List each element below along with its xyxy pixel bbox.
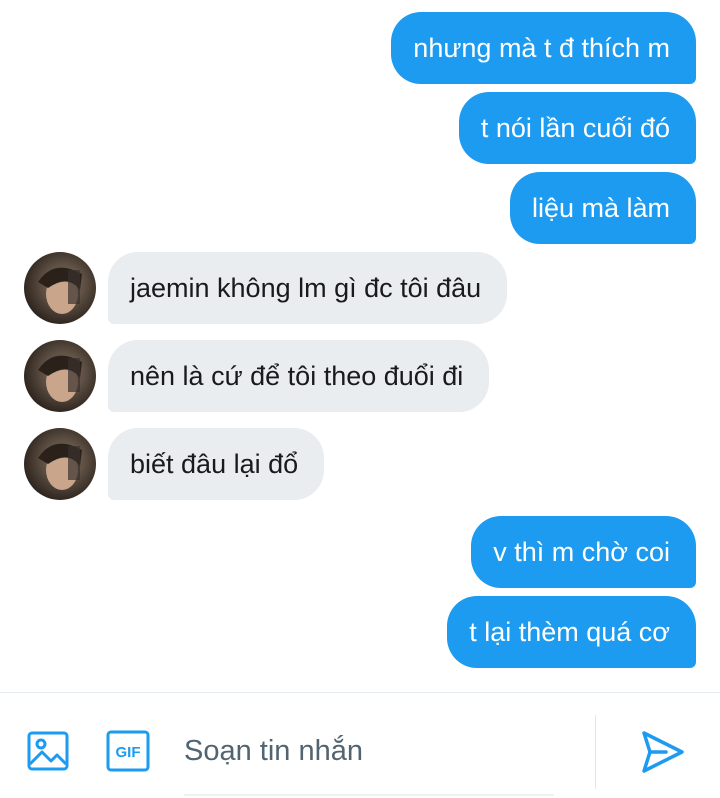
divider bbox=[595, 715, 596, 789]
image-icon[interactable] bbox=[26, 729, 70, 773]
message-bubble-incoming[interactable]: jaemin không lm gì đc tôi đâu bbox=[108, 252, 508, 324]
message-bubble-outgoing[interactable]: liệu mà làm bbox=[509, 172, 696, 244]
avatar[interactable] bbox=[24, 252, 96, 324]
message-input[interactable]: Soạn tin nhắn bbox=[184, 727, 574, 775]
gif-icon[interactable]: GIF bbox=[106, 729, 150, 773]
avatar[interactable] bbox=[24, 340, 96, 412]
send-icon[interactable] bbox=[640, 729, 686, 775]
message-bubble-outgoing[interactable]: v thì m chờ coi bbox=[471, 516, 696, 588]
message-bubble-outgoing[interactable]: nhưng mà t đ thích m bbox=[391, 12, 696, 84]
conversation-thread: nhưng mà t đ thích m t nói lần cuối đó l… bbox=[0, 0, 720, 692]
message-bubble-outgoing[interactable]: t nói lần cuối đó bbox=[458, 92, 696, 164]
input-underline bbox=[184, 794, 554, 796]
message-bubble-incoming[interactable]: biết đâu lại đổ bbox=[108, 428, 325, 500]
message-bubble-incoming[interactable]: nên là cứ để tôi theo đuổi đi bbox=[108, 340, 490, 412]
message-composer: GIF Soạn tin nhắn bbox=[0, 692, 720, 798]
avatar[interactable] bbox=[24, 428, 96, 500]
gif-label: GIF bbox=[116, 744, 141, 761]
message-bubble-outgoing[interactable]: t lại thèm quá cơ bbox=[447, 596, 696, 668]
